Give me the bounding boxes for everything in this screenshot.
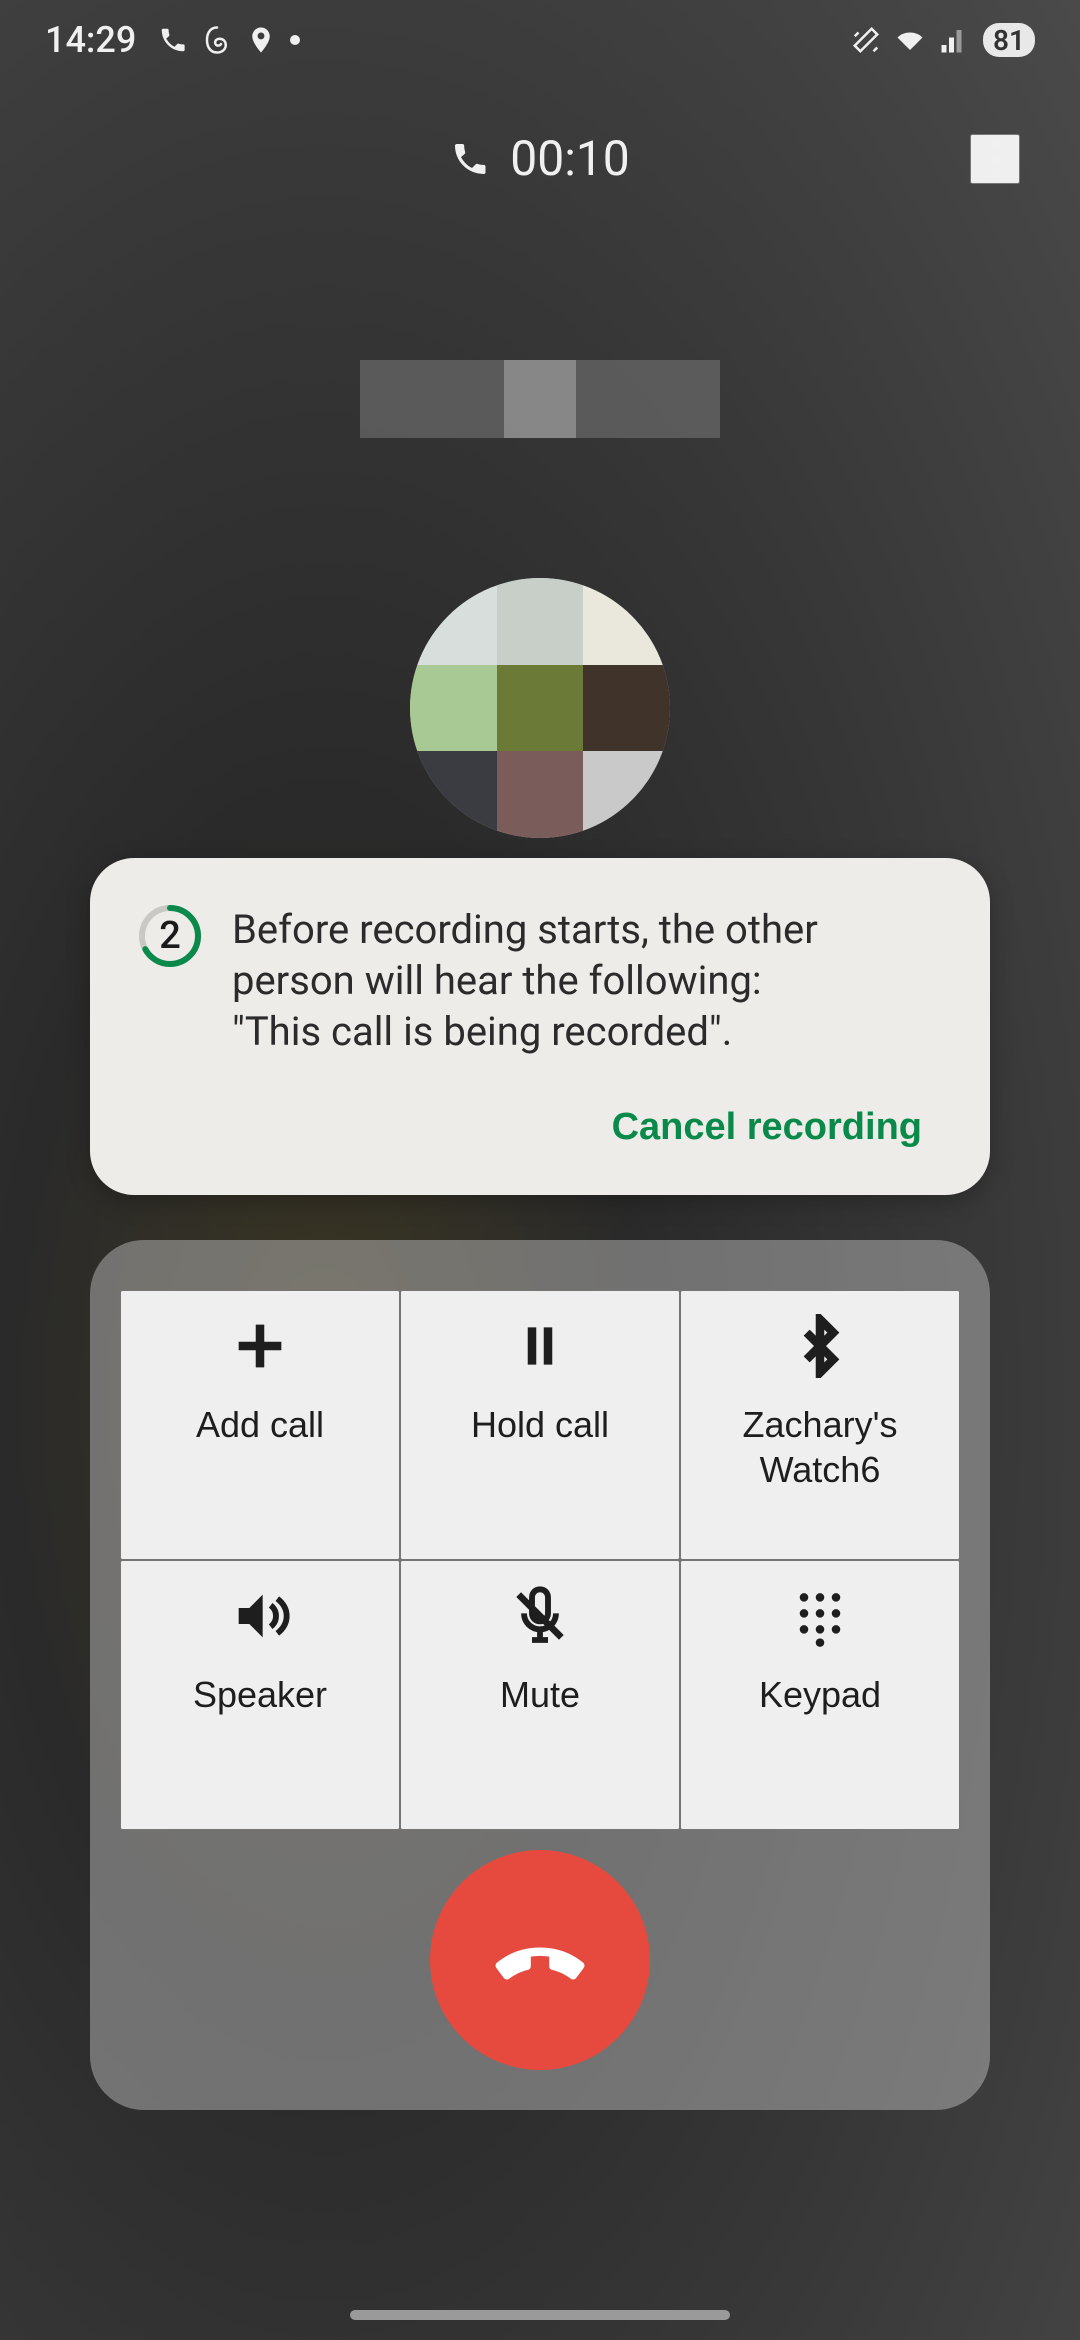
mute-label: Mute [500,1672,580,1717]
hold-call-button[interactable]: Hold call [400,1290,680,1560]
bluetooth-device-label: Zachary's Watch6 [682,1402,958,1492]
call-icon [450,139,490,179]
pause-icon [508,1314,572,1378]
more-options-button[interactable] [970,134,1020,184]
speaker-label: Speaker [193,1672,327,1717]
mute-button[interactable]: Mute [400,1560,680,1830]
recording-message: Before recording starts, the other perso… [232,904,942,1058]
contact-block [0,360,1080,838]
more-notifications-dot [290,35,300,45]
cancel-recording-button[interactable]: Cancel recording [592,1092,942,1163]
bluetooth-audio-button[interactable]: Zachary's Watch6 [680,1290,960,1560]
call-header: 00:10 [0,130,1080,187]
hangup-icon [490,1910,590,2010]
bluetooth-icon [788,1314,852,1378]
vibrate-icon [851,25,881,55]
recording-notice-card: 2 Before recording starts, the other per… [90,858,990,1195]
status-right: 81 [851,23,1035,57]
add-call-label: Add call [196,1402,324,1447]
battery-level: 81 [983,23,1035,57]
plus-icon [228,1314,292,1378]
wifi-icon [895,25,925,55]
keypad-icon [788,1584,852,1648]
hold-call-label: Hold call [471,1402,609,1447]
add-call-button[interactable]: Add call [120,1290,400,1560]
clock: 14:29 [45,19,136,61]
status-left: 14:29 [45,19,300,61]
keypad-button[interactable]: Keypad [680,1560,960,1830]
status-bar: 14:29 81 [0,0,1080,80]
call-controls-panel: Add call Hold call Zachary's Watch6 Spea… [90,1240,990,2110]
keypad-label: Keypad [759,1672,881,1717]
location-icon [246,25,276,55]
navigation-handle[interactable] [350,2310,730,2320]
speaker-button[interactable]: Speaker [120,1560,400,1830]
speaker-icon [228,1584,292,1648]
signal-icon [939,25,969,55]
mute-icon [508,1584,572,1648]
phone-icon [158,25,188,55]
call-duration: 00:10 [510,130,630,187]
threads-icon [202,25,232,55]
recording-countdown: 2 [138,904,202,968]
end-call-button[interactable] [430,1850,650,2070]
contact-name [360,360,720,438]
contact-avatar[interactable] [410,578,670,838]
